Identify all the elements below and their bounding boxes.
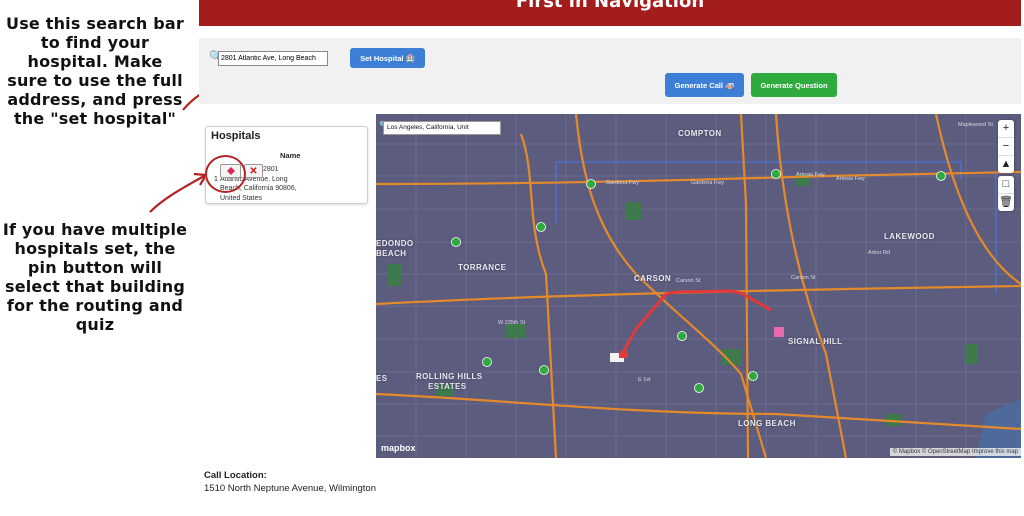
map-view[interactable]: 🔍 Los Angeles, California, Unit COMPTON … xyxy=(376,114,1021,458)
city-label: LONG BEACH xyxy=(738,419,796,428)
generate-question-button[interactable]: Generate Question xyxy=(751,73,837,97)
trash-icon[interactable]: 🗑 xyxy=(998,194,1014,211)
draw-polygon-button[interactable]: □ xyxy=(998,176,1014,194)
city-label: ES xyxy=(376,374,388,383)
city-label: TORRANCE xyxy=(458,263,507,272)
city-label: SIGNAL HILL xyxy=(788,337,843,346)
street-label: Artesia Fwy xyxy=(836,176,865,182)
city-label: LAKEWOOD xyxy=(884,232,935,241)
map-roads xyxy=(376,114,1021,458)
zoom-out-button[interactable]: − xyxy=(998,138,1014,156)
city-label: ROLLING HILLS xyxy=(416,372,483,381)
city-label: BEACH xyxy=(376,249,407,258)
hospital-address-input[interactable] xyxy=(218,51,328,66)
street-label: W 235th St xyxy=(498,320,526,326)
street-label: Artesia Fwy xyxy=(796,172,825,178)
app-header: First in Navigation xyxy=(199,0,1021,26)
city-label: EDONDO xyxy=(376,239,414,248)
call-location-label: Call Location: xyxy=(204,470,267,481)
hospitals-title: Hospitals xyxy=(211,130,261,142)
map-attribution[interactable]: © Mapbox © OpenStreetMap Improve this ma… xyxy=(889,448,1021,456)
map-search-input[interactable]: Los Angeles, California, Unit xyxy=(383,121,501,135)
street-label: Gardena Fwy xyxy=(606,180,640,186)
city-label: CARSON xyxy=(634,274,672,283)
city-label: COMPTON xyxy=(678,129,722,138)
name-column-header: Name xyxy=(280,151,301,160)
controls-panel xyxy=(199,38,1021,104)
city-label: ESTATES xyxy=(428,382,467,391)
street-label: E 1st xyxy=(638,377,651,383)
call-location-value: 1510 North Neptune Avenue, Wilmington xyxy=(204,483,376,494)
compass-icon[interactable]: ▲ xyxy=(998,156,1014,173)
zoom-controls: + − ▲ xyxy=(998,120,1014,173)
pin-tip-annotation: If you have multiple hospitals set, the … xyxy=(2,220,188,334)
mapbox-logo: mapbox xyxy=(381,443,416,453)
delete-hospital-button[interactable]: ✕ xyxy=(244,164,263,178)
street-label: Arbor Rd xyxy=(868,250,891,256)
app-title: First in Navigation xyxy=(515,0,705,12)
close-icon: ✕ xyxy=(249,165,258,177)
pin-highlight-circle xyxy=(205,155,246,193)
street-label: Carson St xyxy=(676,278,701,284)
generate-call-button[interactable]: Generate Call 🚑 xyxy=(665,73,744,97)
street-label: Gardena Fwy xyxy=(691,180,725,186)
street-label: Maplewood St xyxy=(958,122,993,128)
street-label: Carson St xyxy=(791,275,816,281)
set-hospital-button[interactable]: Set Hospital 🏥 xyxy=(350,48,425,68)
zoom-in-button[interactable]: + xyxy=(998,120,1014,138)
draw-controls: □ 🗑 xyxy=(998,176,1014,211)
